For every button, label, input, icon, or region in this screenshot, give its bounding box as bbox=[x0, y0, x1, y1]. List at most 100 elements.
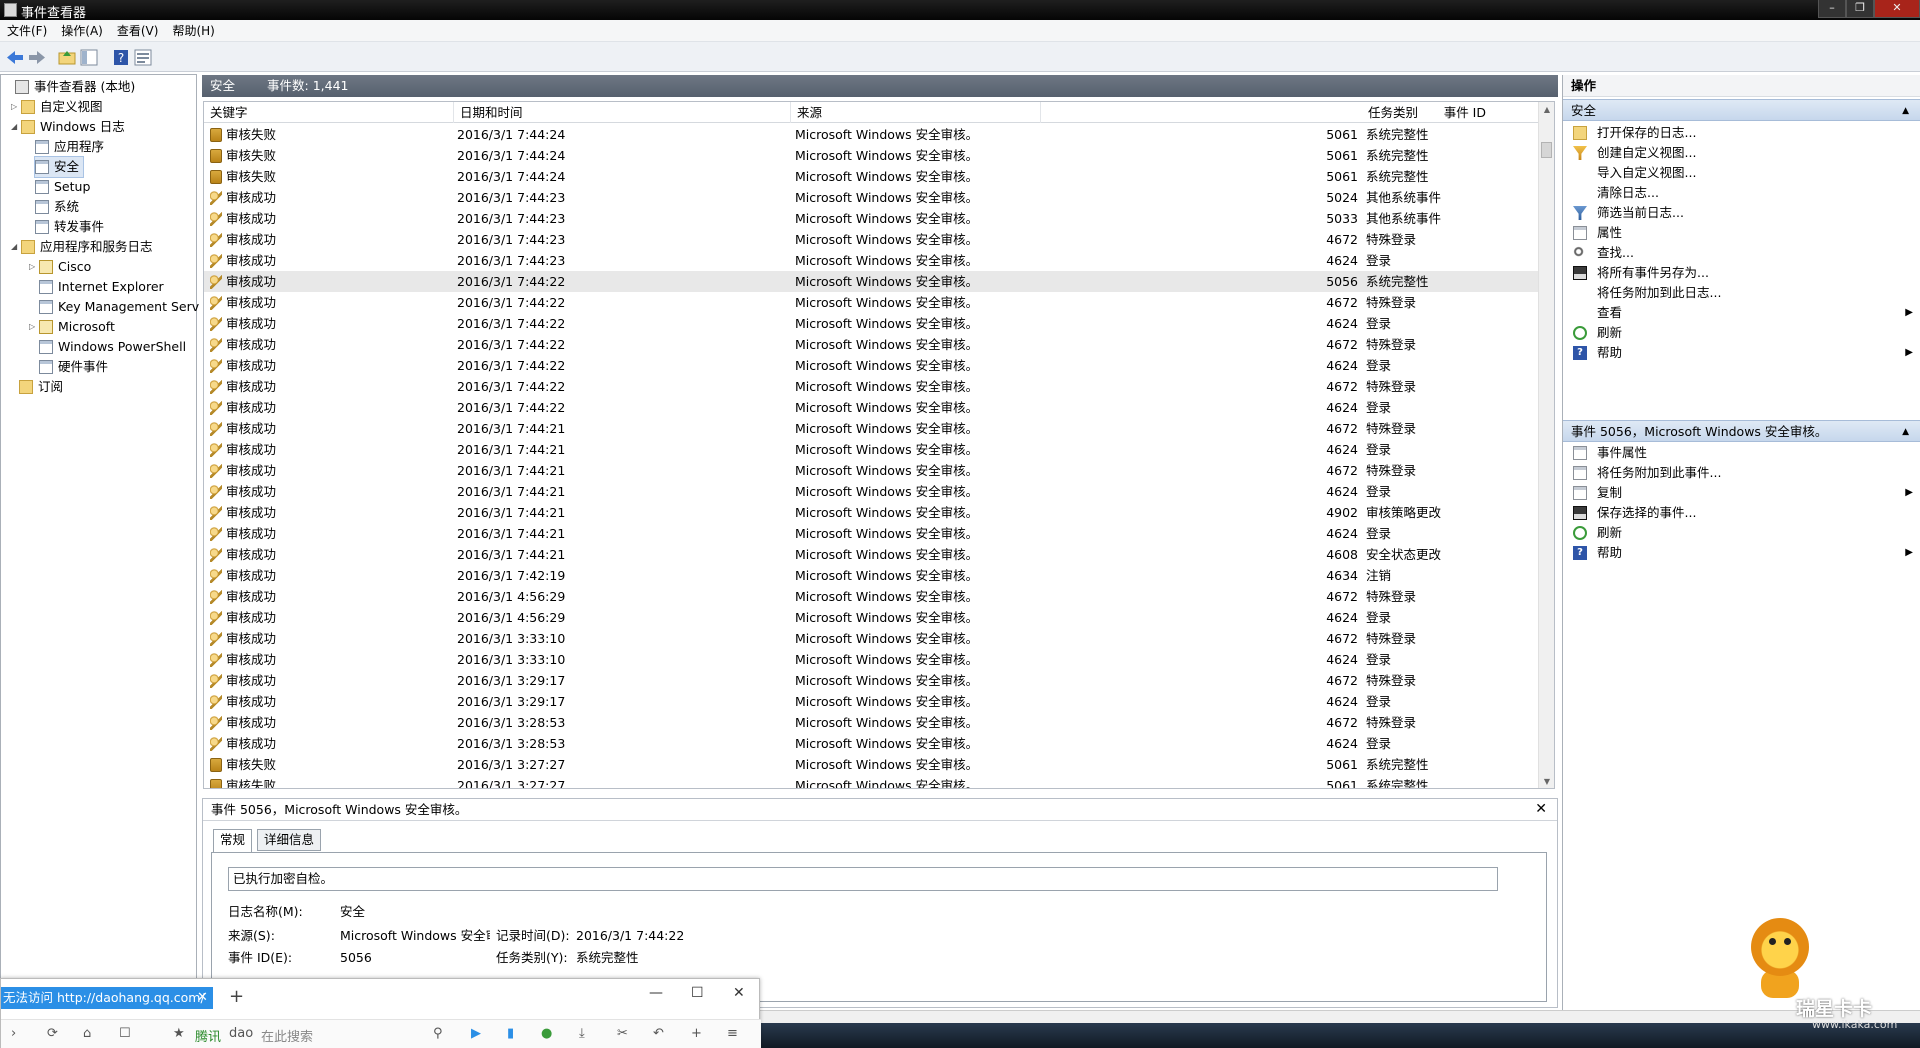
menu-view[interactable]: 查看(V) bbox=[110, 20, 166, 42]
action-item[interactable]: 创建自定义视图... bbox=[1563, 143, 1920, 163]
tree-internet-explorer[interactable]: Internet Explorer bbox=[39, 277, 164, 297]
forward-arrow-icon[interactable] bbox=[28, 49, 46, 66]
table-row[interactable]: 审核成功 2016/3/1 7:44:22 Microsoft Windows 安全… bbox=[204, 397, 1540, 418]
tab-general[interactable]: 常规 bbox=[213, 829, 253, 853]
tree-key-management[interactable]: Key Management Serv bbox=[39, 297, 199, 317]
tree-root[interactable]: 事件查看器 (本地) bbox=[5, 77, 135, 97]
action-item[interactable]: 刷新 bbox=[1563, 523, 1920, 543]
refresh-icon[interactable]: ⟳ bbox=[47, 1026, 58, 1041]
browser-tab[interactable]: 无法访问 http://daohang.qq.com/✕ bbox=[1, 987, 213, 1009]
action-item[interactable]: 查看 ▶ bbox=[1563, 303, 1920, 323]
action-item[interactable]: 将所有事件另存为... bbox=[1563, 263, 1920, 283]
table-row[interactable]: 审核成功 2016/3/1 7:44:23 Microsoft Windows 安全… bbox=[204, 208, 1540, 229]
collapse-arrow-icon[interactable]: ◢ bbox=[11, 237, 21, 257]
column-category[interactable]: 任务类别 bbox=[1290, 102, 1540, 123]
back-arrow-icon[interactable] bbox=[6, 49, 24, 66]
column-datetime[interactable]: 日期和时间 bbox=[454, 102, 791, 123]
tree-system-log[interactable]: 系统 bbox=[35, 197, 79, 217]
table-row[interactable]: 审核成功 2016/3/1 3:28:53 Microsoft Windows 安全… bbox=[204, 712, 1540, 733]
tree-custom-views[interactable]: ▷ 自定义视图 bbox=[11, 97, 103, 117]
tree-security-log[interactable]: 安全 bbox=[33, 156, 85, 178]
help-icon[interactable]: ? bbox=[112, 49, 130, 66]
maximize-button[interactable]: ❐ bbox=[1846, 0, 1874, 18]
column-keyword[interactable]: 关键字 bbox=[204, 102, 454, 123]
tree-app-log[interactable]: 应用程序 bbox=[35, 137, 104, 157]
table-row[interactable]: 审核成功 2016/3/1 3:33:10 Microsoft Windows 安全… bbox=[204, 628, 1540, 649]
menu-help[interactable]: 帮助(H) bbox=[165, 20, 221, 42]
column-source[interactable]: 来源 bbox=[791, 102, 1041, 123]
menu-icon[interactable]: ≡ bbox=[727, 1026, 738, 1041]
table-row[interactable]: 审核失败 2016/3/1 7:44:24 Microsoft Windows 安全… bbox=[204, 145, 1540, 166]
home-icon[interactable]: ⌂ bbox=[83, 1026, 91, 1041]
add-icon[interactable]: + bbox=[691, 1026, 702, 1041]
tree-app-service-logs[interactable]: ◢ 应用程序和服务日志 bbox=[11, 237, 153, 257]
table-row[interactable]: 审核成功 2016/3/1 7:42:19 Microsoft Windows 安全… bbox=[204, 565, 1540, 586]
actions-section-event[interactable]: 事件 5056，Microsoft Windows 安全审核。 ▲ bbox=[1563, 420, 1920, 442]
table-row[interactable]: 审核失败 2016/3/1 3:27:27 Microsoft Windows 安全… bbox=[204, 754, 1540, 775]
tree-hardware-events[interactable]: 硬件事件 bbox=[39, 357, 108, 377]
table-row[interactable]: 审核成功 2016/3/1 3:29:17 Microsoft Windows 安全… bbox=[204, 670, 1540, 691]
action-item[interactable]: 事件属性 bbox=[1563, 443, 1920, 463]
table-row[interactable]: 审核成功 2016/3/1 7:44:23 Microsoft Windows 安全… bbox=[204, 229, 1540, 250]
menu-file[interactable]: 文件(F) bbox=[0, 20, 54, 42]
table-row[interactable]: 审核失败 2016/3/1 7:44:24 Microsoft Windows 安全… bbox=[204, 124, 1540, 145]
collapse-arrow-icon[interactable]: ◢ bbox=[11, 117, 21, 137]
tab-close-icon[interactable]: ✕ bbox=[197, 987, 208, 1009]
folder-up-icon[interactable] bbox=[58, 49, 76, 66]
table-row[interactable]: 审核成功 2016/3/1 7:44:21 Microsoft Windows 安全… bbox=[204, 460, 1540, 481]
action-item[interactable]: 将任务附加到此日志... bbox=[1563, 283, 1920, 303]
new-tab-icon[interactable]: + bbox=[229, 987, 244, 1007]
tree-cisco[interactable]: ▷ Cisco bbox=[29, 257, 91, 277]
table-row[interactable]: 审核成功 2016/3/1 7:44:23 Microsoft Windows 安全… bbox=[204, 187, 1540, 208]
play-icon[interactable]: ▶ bbox=[471, 1026, 481, 1041]
table-row[interactable]: 审核成功 2016/3/1 7:44:22 Microsoft Windows 安全… bbox=[204, 292, 1540, 313]
cut-icon[interactable]: ✂ bbox=[617, 1026, 628, 1041]
table-row[interactable]: 审核成功 2016/3/1 3:33:10 Microsoft Windows 安全… bbox=[204, 649, 1540, 670]
scroll-up-arrow-icon[interactable]: ▲ bbox=[1539, 102, 1554, 118]
close-button[interactable]: ✕ bbox=[1874, 0, 1920, 18]
tree-microsoft[interactable]: ▷ Microsoft bbox=[29, 317, 115, 337]
scroll-thumb[interactable] bbox=[1541, 142, 1552, 158]
action-item[interactable]: 查找... bbox=[1563, 243, 1920, 263]
nav-site[interactable]: dao bbox=[229, 1026, 253, 1041]
table-row[interactable]: 审核成功 2016/3/1 7:44:21 Microsoft Windows 安全… bbox=[204, 544, 1540, 565]
reading-icon[interactable]: ☐ bbox=[119, 1026, 131, 1041]
table-row[interactable]: 审核成功 2016/3/1 7:44:22 Microsoft Windows 安全… bbox=[204, 271, 1540, 292]
table-row[interactable]: 审核成功 2016/3/1 7:44:21 Microsoft Windows 安全… bbox=[204, 418, 1540, 439]
table-row[interactable]: 审核成功 2016/3/1 7:44:22 Microsoft Windows 安全… bbox=[204, 355, 1540, 376]
browser-minimize-icon[interactable]: — bbox=[649, 985, 663, 1001]
expand-arrow-icon[interactable]: ▷ bbox=[11, 97, 21, 117]
table-row[interactable]: 审核成功 2016/3/1 7:44:22 Microsoft Windows 安全… bbox=[204, 334, 1540, 355]
forward-icon[interactable]: › bbox=[11, 1026, 16, 1041]
table-row[interactable]: 审核成功 2016/3/1 7:44:21 Microsoft Windows 安全… bbox=[204, 481, 1540, 502]
tree-subscriptions[interactable]: 订阅 bbox=[19, 377, 63, 397]
table-row[interactable]: 审核成功 2016/3/1 7:44:21 Microsoft Windows 安全… bbox=[204, 502, 1540, 523]
browser-maximize-icon[interactable]: ☐ bbox=[691, 985, 704, 1001]
action-item[interactable]: ? 帮助 ▶ bbox=[1563, 343, 1920, 363]
action-item[interactable]: 将任务附加到此事件... bbox=[1563, 463, 1920, 483]
action-item[interactable]: 清除日志... bbox=[1563, 183, 1920, 203]
search-icon[interactable]: ⚲ bbox=[433, 1026, 443, 1041]
download-icon[interactable]: ⤓ bbox=[579, 1026, 585, 1041]
bookmark-icon[interactable]: ▮ bbox=[507, 1026, 514, 1041]
collapse-up-icon[interactable]: ▲ bbox=[1902, 100, 1909, 122]
table-row[interactable]: 审核成功 2016/3/1 4:56:29 Microsoft Windows 安全… bbox=[204, 607, 1540, 628]
table-row[interactable]: 审核成功 2016/3/1 7:44:23 Microsoft Windows 安全… bbox=[204, 250, 1540, 271]
nav-brand[interactable]: 腾讯 bbox=[195, 1026, 221, 1045]
tree-powershell[interactable]: Windows PowerShell bbox=[39, 337, 186, 357]
properties-icon[interactable] bbox=[134, 49, 152, 66]
action-item[interactable]: 保存选择的事件... bbox=[1563, 503, 1920, 523]
tree-windows-logs[interactable]: ◢ Windows 日志 bbox=[11, 117, 125, 137]
table-row[interactable]: 审核成功 2016/3/1 7:44:22 Microsoft Windows 安全… bbox=[204, 376, 1540, 397]
action-item[interactable]: 刷新 bbox=[1563, 323, 1920, 343]
table-row[interactable]: 审核成功 2016/3/1 3:28:53 Microsoft Windows 安全… bbox=[204, 733, 1540, 754]
tree-setup-log[interactable]: Setup bbox=[35, 177, 90, 197]
tab-details[interactable]: 详细信息 bbox=[257, 829, 322, 851]
action-item[interactable]: 筛选当前日志... bbox=[1563, 203, 1920, 223]
event-list-scrollbar[interactable]: ▲ ▼ bbox=[1538, 102, 1554, 788]
action-item[interactable]: 复制 ▶ bbox=[1563, 483, 1920, 503]
minimize-button[interactable]: – bbox=[1818, 0, 1846, 18]
table-row[interactable]: 审核失败 2016/3/1 7:44:24 Microsoft Windows 安全… bbox=[204, 166, 1540, 187]
table-row[interactable]: 审核成功 2016/3/1 3:29:17 Microsoft Windows 安全… bbox=[204, 691, 1540, 712]
action-item[interactable]: 导入自定义视图... bbox=[1563, 163, 1920, 183]
